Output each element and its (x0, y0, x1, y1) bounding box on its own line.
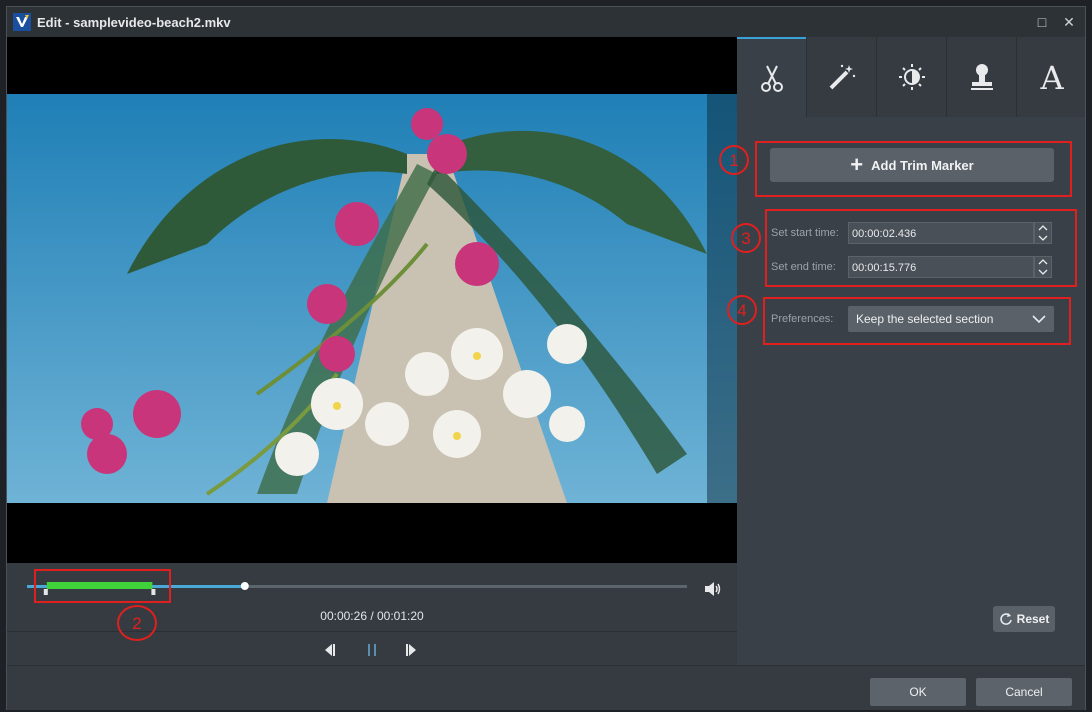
tool-tabs: A (737, 37, 1085, 117)
tab-text[interactable]: A (1016, 37, 1086, 117)
tab-effects[interactable] (806, 37, 876, 117)
title-bar: Edit - samplevideo-beach2.mkv □ ✕ (7, 7, 1085, 37)
dialog-footer: OK Cancel (7, 665, 1085, 710)
maximize-icon[interactable]: □ (1033, 13, 1051, 31)
step-forward-icon[interactable] (404, 643, 418, 657)
reset-label: Reset (1016, 612, 1050, 626)
video-frame (7, 94, 737, 503)
reset-button[interactable]: Reset (993, 606, 1055, 632)
annotation-box-1 (755, 141, 1072, 197)
step-back-icon[interactable] (323, 643, 337, 657)
video-frame-image (7, 94, 737, 503)
annotation-box-2 (34, 569, 171, 603)
reset-icon (999, 613, 1012, 625)
brightness-icon (898, 64, 925, 90)
annotation-circle-1: 1 (719, 145, 749, 175)
video-preview (7, 37, 737, 563)
playhead[interactable] (240, 582, 249, 590)
annotation-box-4 (763, 297, 1071, 345)
annotation-circle-4: 4 (727, 295, 757, 325)
edit-side-panel: A + Add Trim Marker Set start time: 00:0… (719, 37, 1085, 665)
cancel-button[interactable]: Cancel (976, 678, 1072, 706)
annotation-box-3 (765, 209, 1077, 287)
tab-adjust[interactable] (876, 37, 946, 117)
magic-wand-icon (829, 64, 855, 90)
edit-window: Edit - samplevideo-beach2.mkv □ ✕ 00:00:… (6, 6, 1086, 710)
window-title: Edit - samplevideo-beach2.mkv (37, 15, 231, 30)
tab-watermark[interactable] (946, 37, 1016, 117)
text-icon: A (1039, 62, 1064, 92)
scissors-icon (760, 65, 783, 92)
pause-icon[interactable] (365, 643, 379, 657)
annotation-circle-3: 3 (731, 223, 761, 253)
svg-text:A: A (1039, 62, 1064, 92)
stamp-icon (970, 64, 993, 90)
app-logo-icon (13, 13, 31, 31)
ok-button[interactable]: OK (870, 678, 966, 706)
annotation-circle-2: 2 (117, 605, 157, 641)
volume-icon[interactable] (704, 581, 722, 597)
close-icon[interactable]: ✕ (1060, 13, 1078, 31)
tab-trim[interactable] (737, 37, 806, 117)
